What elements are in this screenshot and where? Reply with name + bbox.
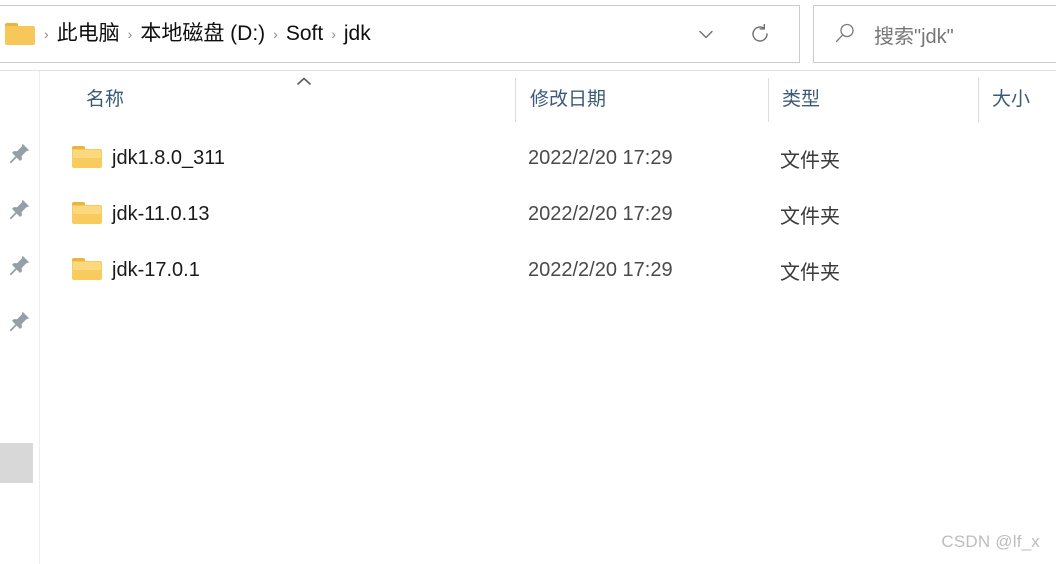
- search-placeholder: 搜索"jdk": [874, 25, 954, 48]
- folder-icon: [72, 202, 102, 226]
- breadcrumb-separator: ›: [331, 26, 336, 42]
- breadcrumb-item-jdk[interactable]: jdk: [339, 19, 376, 49]
- file-name-cell[interactable]: jdk-11.0.13: [72, 186, 209, 242]
- column-header-size[interactable]: 大小: [990, 71, 1030, 123]
- address-bar-controls: [689, 17, 799, 51]
- file-date-cell: 2022/2/20 17:29: [528, 146, 673, 169]
- file-type-cell: 文件夹: [780, 205, 840, 228]
- column-header-type-label: 类型: [782, 88, 821, 110]
- file-name-label: jdk-17.0.1: [112, 258, 200, 281]
- file-name-cell[interactable]: jdk1.8.0_311: [72, 130, 225, 186]
- chevron-up-icon: [294, 74, 314, 88]
- file-date-cell: 2022/2/20 17:29: [528, 258, 673, 281]
- watermark: CSDN @lf_x: [941, 532, 1040, 551]
- header-divider: [40, 123, 1056, 124]
- file-name-label: jdk1.8.0_311: [112, 146, 226, 169]
- breadcrumb-separator: ›: [273, 26, 278, 42]
- column-header-size-label: 大小: [992, 88, 1031, 110]
- folder-icon: [72, 146, 102, 170]
- column-header-name-label: 名称: [86, 88, 125, 110]
- table-row[interactable]: jdk-17.0.1 2022/2/20 17:29 文件夹: [40, 242, 1056, 298]
- chevron-down-icon[interactable]: [689, 17, 723, 51]
- column-divider[interactable]: [768, 78, 769, 122]
- breadcrumb-item-local-disk-d[interactable]: 本地磁盘 (D:): [135, 19, 270, 49]
- pin-icon[interactable]: [8, 197, 32, 221]
- file-type-cell: 文件夹: [780, 149, 840, 172]
- file-name-cell[interactable]: jdk-17.0.1: [72, 242, 200, 298]
- pin-icon[interactable]: [8, 141, 32, 165]
- column-divider[interactable]: [515, 78, 516, 122]
- column-header-date-label: 修改日期: [530, 88, 607, 110]
- column-header-row: 名称 修改日期 类型 大小: [40, 71, 1056, 123]
- file-name-label: jdk-11.0.13: [112, 202, 210, 225]
- file-date-cell: 2022/2/20 17:29: [528, 202, 673, 225]
- breadcrumb-separator: ›: [127, 26, 133, 42]
- pin-icon[interactable]: [8, 309, 32, 333]
- breadcrumb-item-soft[interactable]: Soft: [281, 19, 328, 49]
- table-row[interactable]: jdk1.8.0_311 2022/2/20 17:29 文件夹: [40, 130, 1056, 186]
- horizontal-scrollbar-thumb[interactable]: [0, 443, 33, 483]
- folder-icon: [72, 258, 102, 282]
- file-list: jdk1.8.0_311 2022/2/20 17:29 文件夹 jdk-11.…: [40, 130, 1056, 510]
- pin-icon[interactable]: [8, 253, 32, 277]
- toolbar: › 此电脑 › 本地磁盘 (D:) › Soft › jdk 搜索"jdk": [0, 0, 1056, 70]
- breadcrumb[interactable]: › 此电脑 › 本地磁盘 (D:) › Soft › jdk: [41, 19, 376, 49]
- breadcrumb-folder-icon: [5, 22, 35, 46]
- breadcrumb-separator: ›: [44, 26, 49, 42]
- column-header-type[interactable]: 类型: [780, 71, 820, 123]
- address-bar[interactable]: › 此电脑 › 本地磁盘 (D:) › Soft › jdk: [0, 5, 800, 63]
- column-header-date[interactable]: 修改日期: [528, 71, 606, 123]
- column-header-name[interactable]: 名称: [84, 71, 124, 123]
- navigation-pane: [0, 71, 39, 564]
- breadcrumb-item-this-pc[interactable]: 此电脑: [52, 19, 125, 49]
- file-type-cell: 文件夹: [780, 261, 840, 284]
- column-divider[interactable]: [978, 78, 979, 122]
- table-row[interactable]: jdk-11.0.13 2022/2/20 17:29 文件夹: [40, 186, 1056, 242]
- refresh-icon[interactable]: [743, 17, 777, 51]
- search-input[interactable]: 搜索"jdk": [813, 5, 1056, 63]
- search-icon: [832, 21, 858, 47]
